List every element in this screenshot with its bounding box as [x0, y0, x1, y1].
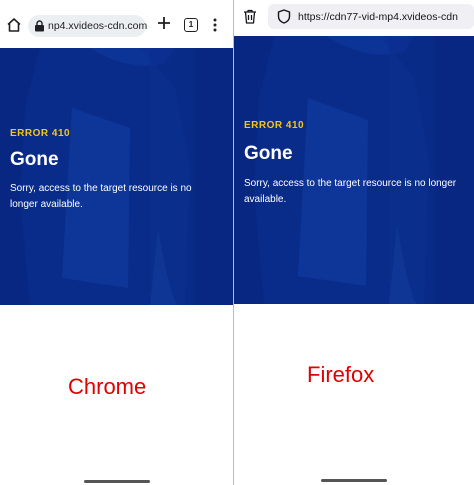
gesture-bar [84, 480, 150, 483]
gesture-bar [321, 479, 387, 482]
lock-icon [35, 20, 44, 32]
browser-label-chrome: Chrome [68, 374, 147, 399]
address-bar[interactable]: np4.xvideos-cdn.com [28, 15, 148, 37]
error-message: Sorry, access to the target resource is … [244, 178, 457, 205]
chrome-screenshot: np4.xvideos-cdn.com 1 ERROR 410 Gone Sor… [0, 0, 233, 485]
trash-icon[interactable] [243, 9, 257, 24]
plus-icon[interactable] [157, 16, 171, 30]
address-bar[interactable]: https://cdn77-vid-mp4.xvideos-cdn [268, 4, 474, 29]
firefox-toolbar: https://cdn77-vid-mp4.xvideos-cdn [234, 0, 474, 36]
home-icon[interactable] [6, 17, 22, 33]
error-title: Gone [10, 149, 59, 170]
address-url: https://cdn77-vid-mp4.xvideos-cdn [298, 11, 458, 23]
tabs-icon[interactable]: 1 [184, 18, 198, 32]
chrome-toolbar: np4.xvideos-cdn.com 1 [0, 0, 233, 50]
error-code: ERROR 410 [10, 128, 71, 139]
error-title: Gone [244, 143, 293, 164]
error-message: Sorry, access to the target resource is … [10, 183, 192, 210]
firefox-screenshot: https://cdn77-vid-mp4.xvideos-cdn ERROR … [234, 0, 474, 485]
shield-icon[interactable] [277, 9, 291, 24]
hero-background-image [0, 48, 233, 305]
browser-label-firefox: Firefox [307, 362, 375, 387]
hero-section: ERROR 410 Gone Sorry, access to the targ… [234, 36, 474, 304]
hero-section: ERROR 410 Gone Sorry, access to the targ… [0, 48, 233, 305]
overflow-menu-icon[interactable] [212, 18, 218, 32]
address-url: np4.xvideos-cdn.com [48, 20, 148, 32]
hero-background-image [234, 36, 474, 304]
error-code: ERROR 410 [244, 120, 305, 131]
